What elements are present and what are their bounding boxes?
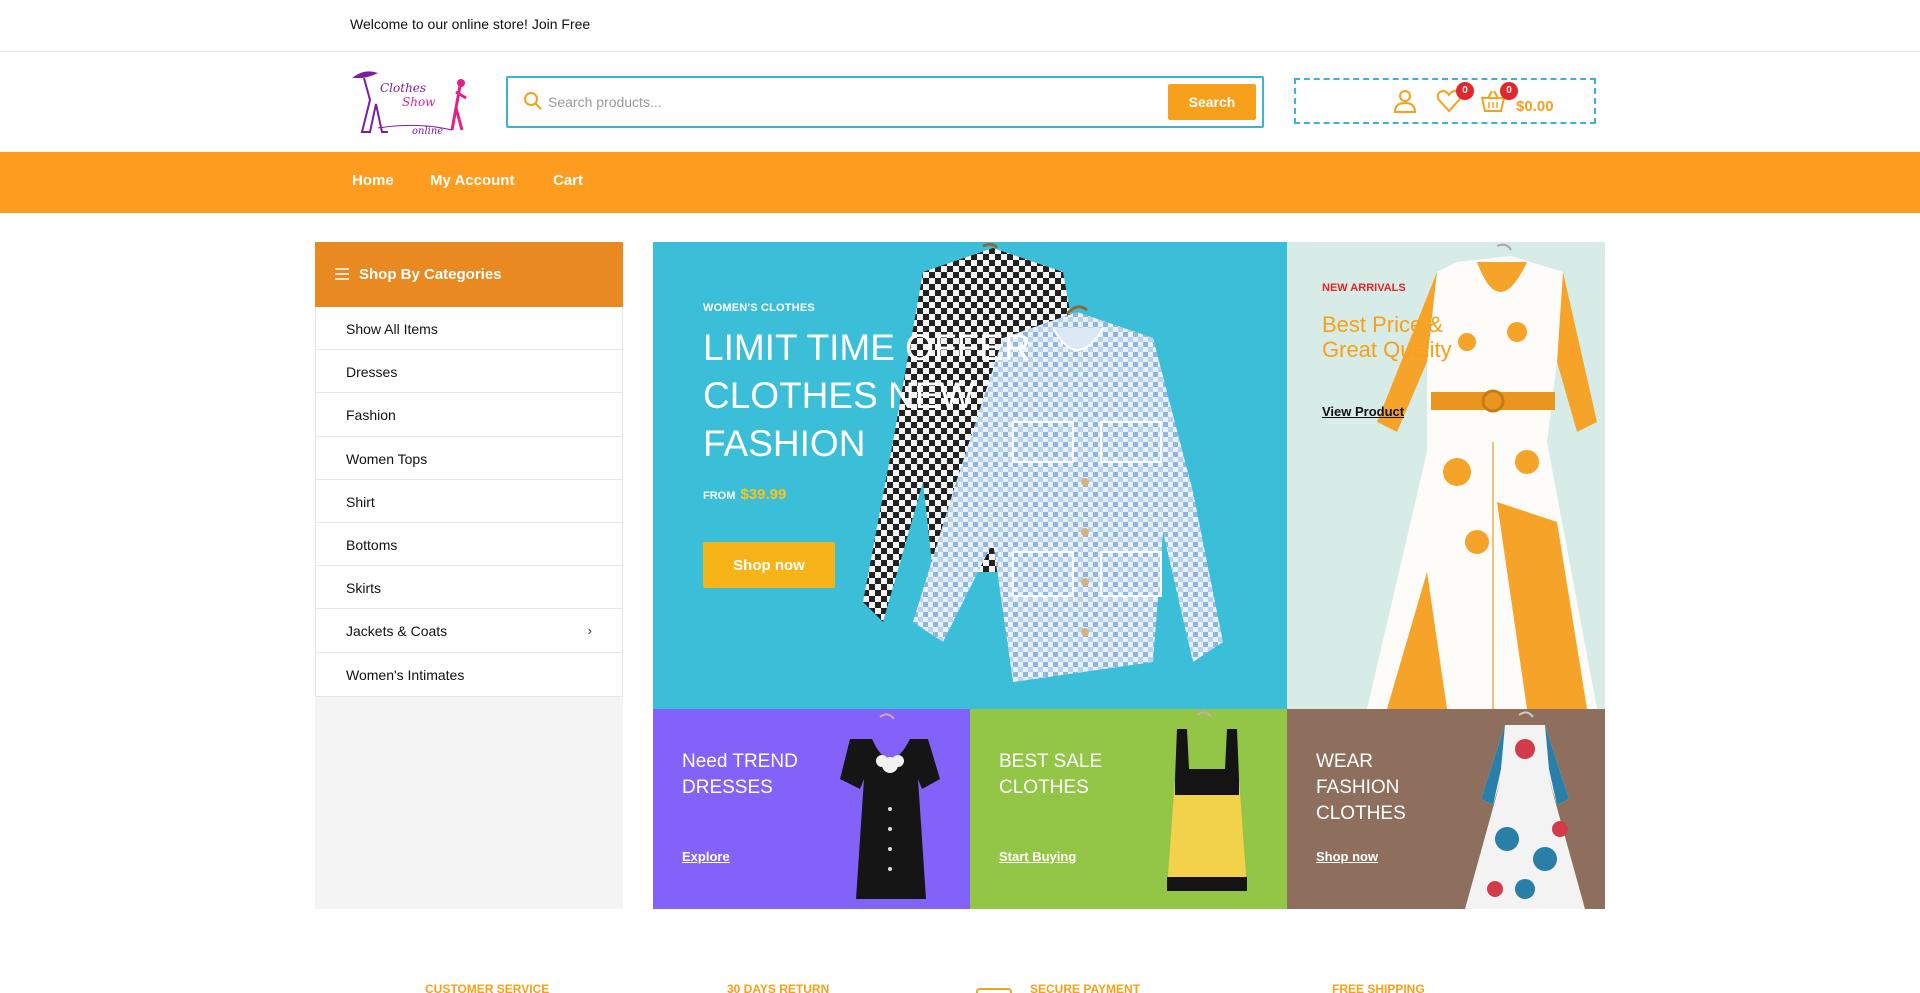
explore-link[interactable]: Explore [682,849,730,864]
svg-text:Show: Show [402,95,436,109]
category-sidebar: Shop By Categories Show All Items Dresse… [315,242,623,909]
tile-3-shop-now-link[interactable]: Shop now [1316,849,1378,864]
category-women-tops[interactable]: Women Tops [316,437,622,480]
tile-2-title: BEST SALE CLOTHES [999,751,1103,798]
promo-title: Best Price & Great Quality [1322,312,1452,362]
menu-icon [335,268,349,280]
hero-price: $39.99 [740,486,787,503]
hero-eyebrow: WOMEN'S CLOTHES [703,302,815,314]
logo-graphic: Clothes Show online [352,71,467,137]
user-icon[interactable] [1392,88,1418,114]
main-nav: Home My Account Cart [0,152,1920,213]
category-bottoms[interactable]: Bottoms [316,523,622,567]
cart-button[interactable]: 0 $0.00 [1480,80,1590,124]
category-womens-intimates[interactable]: Women's Intimates [316,653,622,696]
service-free-shipping: FREE SHIPPING [1332,982,1425,993]
store-logo[interactable]: Clothes Show online [348,64,476,138]
category-title: Shop By Categories [359,266,502,283]
black-dress-image [840,713,940,899]
cart-total: $0.00 [1516,98,1554,115]
promo-banner: NEW ARRIVALS Best Price & Great Quality … [1287,242,1605,709]
tile-best-sale: BEST SALE CLOTHES Start Buying [970,709,1287,909]
hero-headline: LIMIT TIME OFFER CLOTHES NEW FASHION [703,327,1031,464]
start-buying-link[interactable]: Start Buying [999,849,1076,864]
wishlist-button[interactable]: 0 [1436,80,1474,124]
floral-dress-image [1465,711,1585,909]
category-shirt[interactable]: Shirt [316,480,622,523]
search-button[interactable]: Search [1168,84,1256,120]
category-show-all[interactable]: Show All Items [316,307,622,351]
payment-icon [976,988,1012,993]
nav-my-account[interactable]: My Account [430,172,514,189]
category-jackets-coats[interactable]: Jackets & Coats › [316,609,622,653]
hero-price-line: FROM $39.99 [703,486,786,503]
search-bar: Search [506,76,1264,128]
search-icon [524,92,542,110]
nav-cart[interactable]: Cart [553,172,583,189]
tile-1-title: Need TREND DRESSES [682,751,798,798]
service-30-days-return: 30 DAYS RETURN [727,982,830,993]
tile-trend-dresses: Need TREND DRESSES Explore [653,709,970,909]
service-secure-payment: SECURE PAYMENT [1030,982,1141,993]
category-header[interactable]: Shop By Categories [315,242,623,307]
site-header: Clothes Show online Search 0 [0,52,1920,152]
jackets-image [863,242,1223,682]
wishlist-count-badge: 0 [1456,82,1474,100]
welcome-message: Welcome to our online store! Join Free [350,16,591,32]
category-fashion[interactable]: Fashion [316,393,622,437]
category-dresses[interactable]: Dresses [316,350,622,394]
svg-text:Clothes: Clothes [380,81,426,95]
top-bar: Welcome to our online store! Join Free [0,0,1920,52]
hero-from-label: FROM [703,490,736,502]
yellow-dress-image [1167,711,1247,891]
hero-banner: WOMEN'S CLOTHES LIMIT TIME OFFER CLOTHES… [653,242,1287,709]
tile-3-title: WEAR FASHION CLOTHES [1316,751,1406,824]
view-product-link[interactable]: View Product [1322,404,1404,419]
search-input[interactable] [548,89,1148,115]
promo-tag: NEW ARRIVALS [1322,282,1406,294]
service-customer-service: CUSTOMER SERVICE [425,982,550,993]
hero-shop-now-button[interactable]: Shop now [703,542,835,588]
header-actions: 0 0 $0.00 [1294,78,1596,124]
chevron-right-icon: › [587,623,592,639]
category-list: Show All Items Dresses Fashion Women Top… [315,307,623,697]
category-skirts[interactable]: Skirts [316,566,622,610]
nav-home[interactable]: Home [352,172,394,189]
tile-wear-fashion: WEAR FASHION CLOTHES Shop now [1287,709,1605,909]
